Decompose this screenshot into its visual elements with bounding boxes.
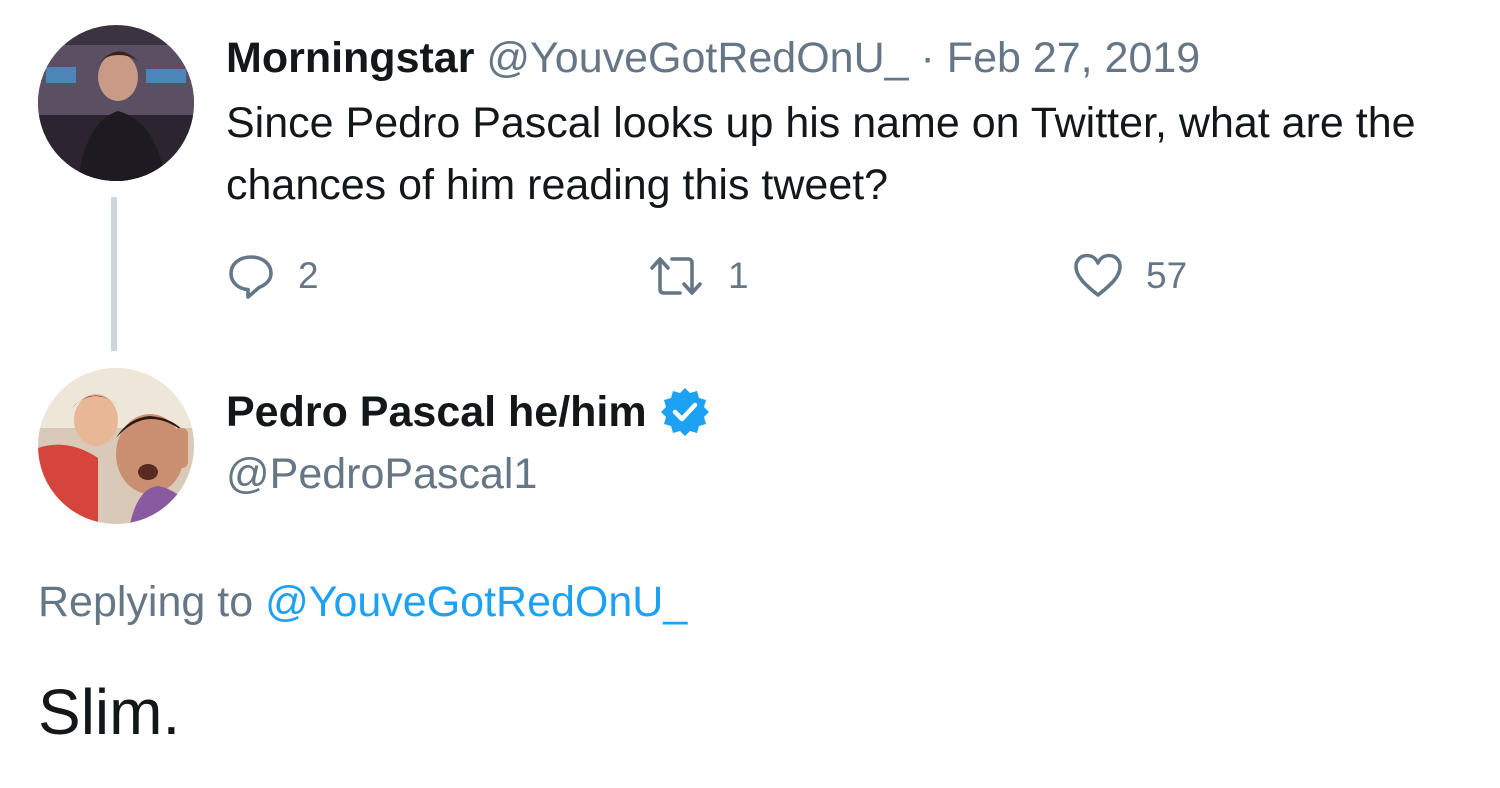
reply-count: 2 xyxy=(298,255,319,296)
author-display-name[interactable]: Morningstar xyxy=(226,34,474,82)
verified-badge-icon xyxy=(660,388,709,436)
tweet-actions: 2 1 57 xyxy=(226,248,1326,304)
tweet-text: Since Pedro Pascal looks up his name on … xyxy=(226,99,1416,209)
retweet-icon xyxy=(650,257,702,295)
pedro-pascal-avatar[interactable] xyxy=(38,368,194,524)
reply-author-row: Pedro Pascal he/him xyxy=(226,382,711,442)
reply-tweet-text: Slim. xyxy=(38,676,181,748)
header-separator: · xyxy=(920,34,935,82)
reply-button[interactable]: 2 xyxy=(226,248,319,304)
replying-to-line: Replying to @YouveGotRedOnU_ xyxy=(38,572,687,632)
replying-to-mention-link[interactable]: @YouveGotRedOnU_ xyxy=(265,578,687,626)
avatar-photo xyxy=(38,25,194,181)
morningstar-avatar[interactable] xyxy=(38,25,194,181)
retweet-count: 1 xyxy=(728,255,749,296)
tweet-header: Morningstar @YouveGotRedOnU_ · Feb 27, 2… xyxy=(226,28,1200,88)
heart-icon xyxy=(1074,253,1122,297)
like-button[interactable]: 57 xyxy=(1072,248,1187,304)
avatar-photo xyxy=(38,368,194,524)
like-count: 57 xyxy=(1146,255,1188,296)
reply-author-display-name[interactable]: Pedro Pascal he/him xyxy=(226,382,647,442)
replying-to-label: Replying to xyxy=(38,578,254,626)
reply-author-handle[interactable]: @PedroPascal1 xyxy=(226,444,537,504)
retweet-button[interactable]: 1 xyxy=(646,248,749,304)
reply-icon xyxy=(229,255,273,299)
tweet-date[interactable]: Feb 27, 2019 xyxy=(947,34,1200,82)
thread-connector-line xyxy=(111,197,117,351)
author-handle[interactable]: @YouveGotRedOnU_ xyxy=(486,34,908,82)
